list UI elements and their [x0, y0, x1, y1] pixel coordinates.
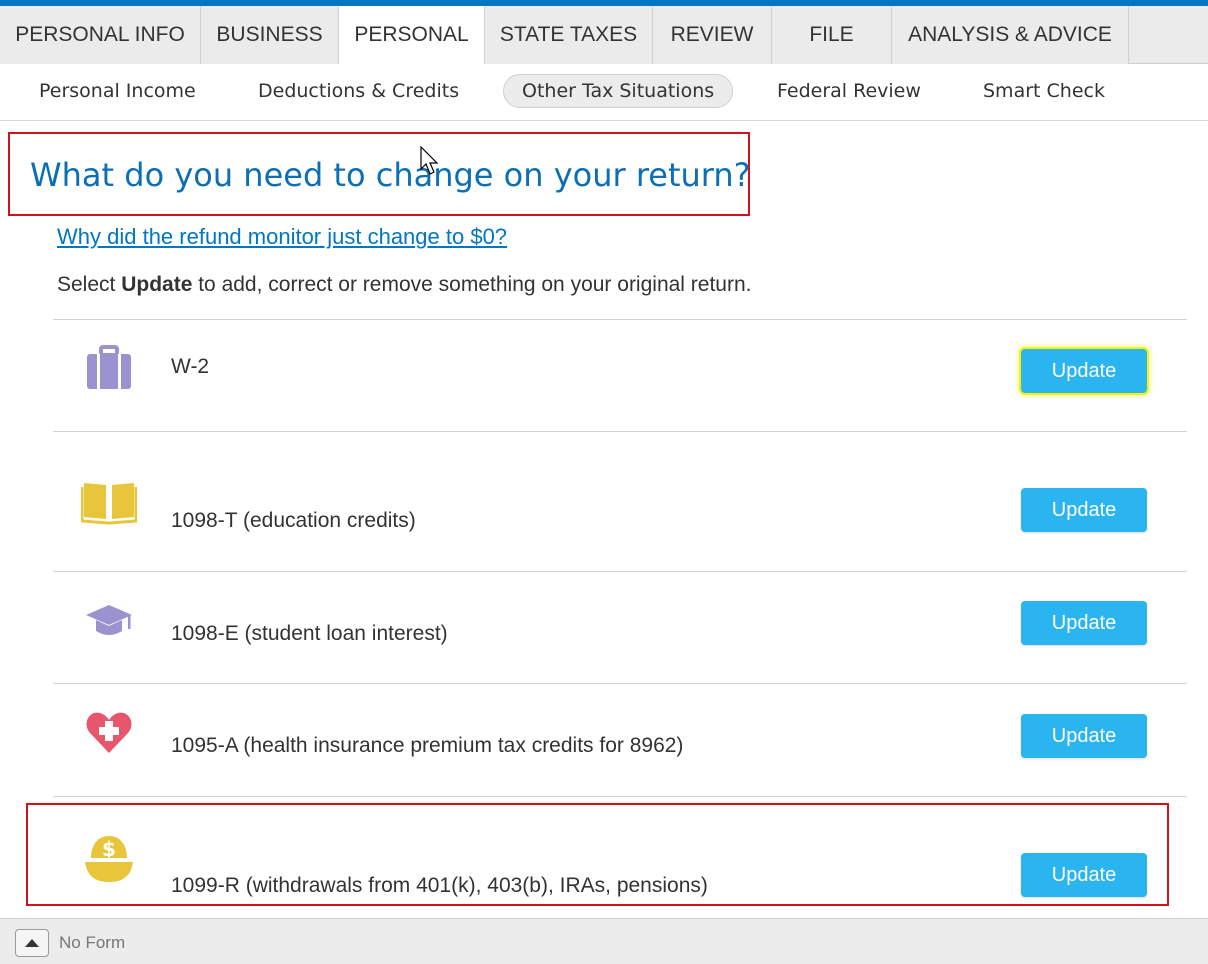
heart-plus-icon [81, 706, 137, 758]
refund-monitor-link[interactable]: Why did the refund monitor just change t… [57, 224, 507, 250]
tab-file[interactable]: FILE [772, 6, 892, 64]
subnav-personal-income[interactable]: Personal Income [39, 74, 196, 108]
row-divider [53, 319, 1187, 320]
main-tab-bar: PERSONAL INFO BUSINESS PERSONAL STATE TA… [0, 6, 1208, 65]
update-button-1098t[interactable]: Update [1021, 488, 1147, 532]
instruction-bold: Update [121, 273, 193, 296]
subnav-other-tax-situations[interactable]: Other Tax Situations [503, 74, 734, 108]
svg-text:$: $ [102, 837, 116, 861]
tab-analysis-advice[interactable]: ANALYSIS & ADVICE [892, 6, 1129, 64]
instruction-text: Select Update to add, correct or remove … [57, 273, 752, 297]
tab-personal[interactable]: PERSONAL [339, 6, 485, 65]
row-divider [53, 571, 1187, 572]
open-book-icon [81, 476, 137, 528]
expand-forms-button[interactable] [15, 929, 49, 957]
update-button-1095a[interactable]: Update [1021, 714, 1147, 758]
footer-form-label: No Form [59, 933, 126, 952]
mouse-cursor-icon [420, 146, 439, 175]
form-label-w2: W-2 [171, 355, 210, 378]
update-button-1098e[interactable]: Update [1021, 601, 1147, 645]
tab-personal-info[interactable]: PERSONAL INFO [0, 6, 201, 64]
form-label-1095a: 1095-A (health insurance premium tax cre… [171, 734, 684, 757]
graduation-cap-icon [81, 595, 137, 647]
subnav-deductions-credits[interactable]: Deductions & Credits [258, 74, 459, 108]
form-label-1098e: 1098-E (student loan interest) [171, 622, 448, 645]
briefcase-icon [81, 342, 137, 394]
subnav-smart-check[interactable]: Smart Check [983, 74, 1105, 108]
update-button-w2[interactable]: Update [1021, 349, 1147, 393]
tab-business[interactable]: BUSINESS [201, 6, 339, 64]
tab-state-taxes[interactable]: STATE TAXES [485, 6, 653, 64]
form-label-1099r: 1099-R (withdrawals from 401(k), 403(b),… [171, 874, 708, 897]
form-label-1098t: 1098-T (education credits) [171, 509, 416, 532]
page-title: What do you need to change on your retur… [30, 156, 751, 194]
row-divider [53, 431, 1187, 432]
instruction-suffix: to add, correct or remove something on y… [192, 273, 752, 296]
tab-review[interactable]: REVIEW [653, 6, 772, 64]
sub-navigation: Personal Income Deductions & Credits Oth… [0, 64, 1208, 121]
row-divider [53, 683, 1187, 684]
row-divider [53, 796, 1187, 797]
triangle-up-icon [25, 939, 39, 947]
instruction-prefix: Select [57, 273, 122, 296]
form-footer-bar: No Form [0, 918, 1208, 964]
money-bag-icon: $ [81, 832, 137, 884]
subnav-federal-review[interactable]: Federal Review [777, 74, 921, 108]
update-button-1099r[interactable]: Update [1021, 853, 1147, 897]
